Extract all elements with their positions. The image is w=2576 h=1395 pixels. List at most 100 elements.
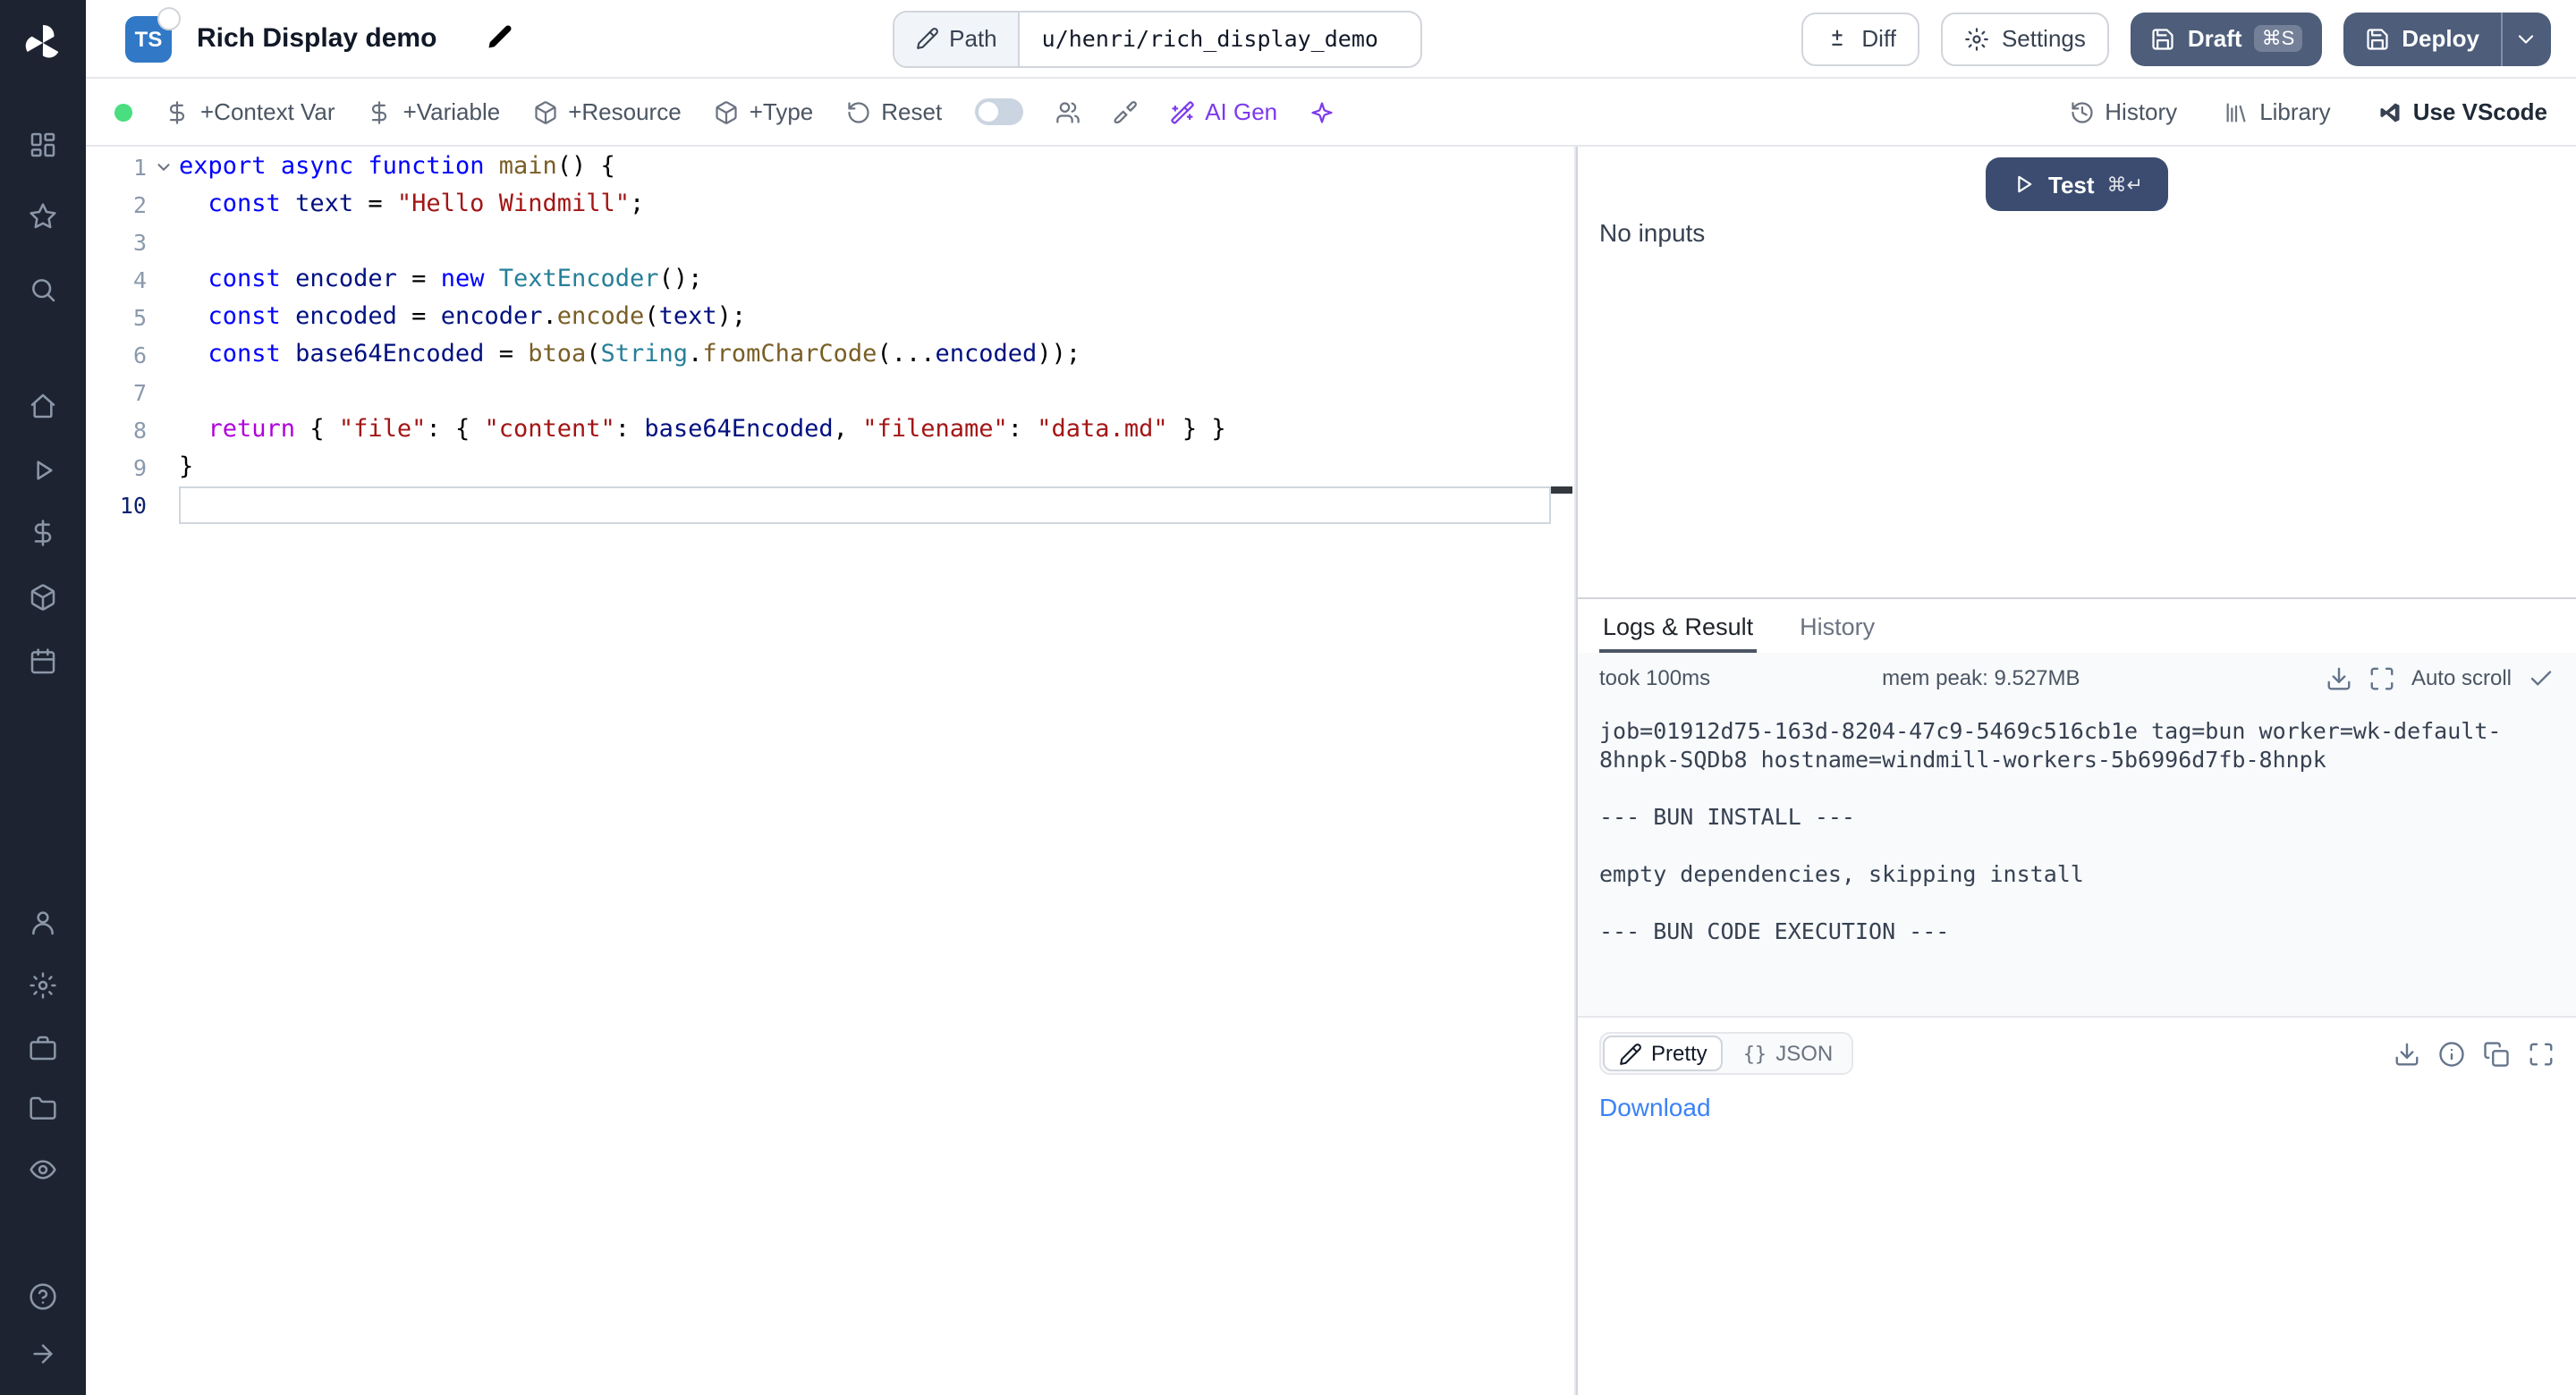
collaborators-icon[interactable] — [1055, 99, 1080, 124]
code-editor[interactable]: 1export async function main() {2 const t… — [86, 147, 1576, 1395]
workers-icon[interactable] — [0, 1027, 86, 1070]
history-icon — [2069, 99, 2094, 124]
download-logs-icon[interactable] — [2326, 664, 2352, 691]
line-number: 7 — [86, 374, 147, 411]
code-line[interactable]: 3 — [86, 224, 1574, 261]
auto-scroll-checkbox[interactable] — [2528, 664, 2555, 691]
resources-icon[interactable] — [0, 576, 86, 619]
edit-path-button[interactable]: Path — [894, 12, 1021, 65]
library-button[interactable]: Library — [2224, 98, 2331, 125]
code-text — [179, 374, 1551, 411]
code-line[interactable]: 2 const text = "Hello Windmill"; — [86, 186, 1574, 224]
dollar-icon — [165, 99, 190, 124]
diff-icon — [1824, 26, 1849, 51]
expand-sidebar-icon[interactable] — [0, 1332, 86, 1375]
expand-logs-icon[interactable] — [2368, 664, 2395, 691]
deploy-button-label: Deploy — [2402, 25, 2479, 52]
auto-scroll-label: Auto scroll — [2411, 665, 2512, 690]
path-pencil-icon — [915, 27, 938, 50]
code-line[interactable]: 10 — [86, 486, 1574, 524]
line-number: 8 — [86, 411, 147, 449]
help-icon[interactable] — [0, 1275, 86, 1318]
tab-history[interactable]: History — [1796, 599, 1878, 653]
code-line[interactable]: 6 const base64Encoded = btoa(String.from… — [86, 336, 1574, 374]
users-icon[interactable] — [0, 901, 86, 944]
runs-icon[interactable] — [0, 449, 86, 492]
schedules-icon[interactable] — [0, 640, 86, 683]
no-inputs-text: No inputs — [1599, 218, 1705, 247]
settings-icon[interactable] — [0, 964, 86, 1007]
add-context-var-button[interactable]: +Context Var — [165, 98, 335, 125]
collab-toggle[interactable] — [974, 98, 1022, 125]
add-variable-button[interactable]: +Variable — [368, 98, 501, 125]
fold-gutter — [147, 336, 179, 374]
pretty-view-button[interactable]: Pretty — [1603, 1036, 1724, 1071]
settings-button-label: Settings — [2002, 25, 2086, 52]
path-value[interactable]: u/henri/rich_display_demo — [1021, 12, 1421, 65]
code-text: } — [179, 449, 1551, 486]
test-button[interactable]: Test ⌘↵ — [1986, 157, 2168, 211]
dollar-icon — [368, 99, 393, 124]
line-number: 6 — [86, 336, 147, 374]
add-resource-button[interactable]: +Resource — [532, 98, 681, 125]
use-vscode-label: Use VScode — [2413, 98, 2547, 125]
code-line[interactable]: 1export async function main() { — [86, 148, 1574, 186]
history-button[interactable]: History — [2069, 98, 2177, 125]
draft-button-label: Draft — [2188, 25, 2242, 52]
format-brush-icon[interactable] — [1112, 99, 1137, 124]
download-result-icon[interactable] — [2394, 1040, 2420, 1067]
ai-gen-button[interactable]: AI Gen — [1169, 98, 1277, 125]
add-type-button[interactable]: +Type — [714, 98, 814, 125]
pen-icon — [1619, 1042, 1642, 1065]
code-text: return { "file": { "content": base64Enco… — [179, 411, 1551, 449]
code-line[interactable]: 7 — [86, 374, 1574, 411]
copy-result-icon[interactable] — [2483, 1040, 2510, 1067]
braces-icon: {} — [1743, 1042, 1767, 1065]
search-icon[interactable] — [0, 268, 86, 311]
settings-button[interactable]: Settings — [1941, 12, 2109, 65]
main-content: 1export async function main() {2 const t… — [86, 147, 2576, 1395]
code-text: const base64Encoded = btoa(String.fromCh… — [179, 336, 1551, 374]
tab-logs-result[interactable]: Logs & Result — [1599, 599, 1757, 653]
expand-result-icon[interactable] — [2528, 1040, 2555, 1067]
code-text — [179, 224, 1551, 261]
code-text: const encoded = encoder.encode(text); — [179, 299, 1551, 336]
editor-toolbar: +Context Var +Variable +Resource +Type R… — [86, 79, 2576, 147]
code-line[interactable]: 5 const encoded = encoder.encode(text); — [86, 299, 1574, 336]
result-icons — [2394, 1040, 2555, 1067]
reset-button[interactable]: Reset — [845, 98, 942, 125]
path-control: Path u/henri/rich_display_demo — [892, 10, 1423, 67]
variables-icon[interactable] — [0, 512, 86, 554]
library-label: Library — [2259, 98, 2331, 125]
diff-button[interactable]: Diff — [1801, 12, 1919, 65]
home-icon[interactable] — [0, 385, 86, 427]
fold-gutter — [147, 224, 179, 261]
gear-icon — [1964, 26, 1989, 51]
use-vscode-button[interactable]: Use VScode — [2377, 98, 2547, 125]
pretty-label: Pretty — [1651, 1041, 1707, 1066]
folders-icon[interactable] — [0, 1087, 86, 1130]
toolbar-right: History Library Use VScode — [2069, 98, 2547, 125]
fold-gutter — [147, 374, 179, 411]
edit-title-pencil-icon[interactable] — [487, 22, 513, 55]
header: TS Rich Display demo Path u/henri/rich_d… — [86, 0, 2576, 79]
deploy-dropdown-button[interactable] — [2501, 12, 2551, 65]
info-icon[interactable] — [2438, 1040, 2465, 1067]
result-tabs: Logs & Result History — [1578, 599, 2576, 653]
apps-icon[interactable] — [0, 123, 86, 166]
language-badge: TS — [125, 15, 172, 62]
logs-result-panel: Logs & Result History took 100ms mem pea… — [1578, 599, 2576, 1395]
favorites-star-icon[interactable] — [0, 195, 86, 238]
fold-chevron-icon[interactable] — [147, 148, 179, 186]
play-icon — [2011, 172, 2036, 197]
draft-button[interactable]: Draft ⌘S — [2131, 12, 2321, 65]
windmill-logo-icon[interactable] — [0, 16, 86, 70]
download-file-link[interactable]: Download — [1599, 1093, 1711, 1121]
code-line[interactable]: 8 return { "file": { "content": base64En… — [86, 411, 1574, 449]
audit-logs-icon[interactable] — [0, 1148, 86, 1191]
deploy-button[interactable]: Deploy — [2343, 12, 2501, 65]
sparkles-icon[interactable] — [1309, 99, 1335, 124]
code-line[interactable]: 9} — [86, 449, 1574, 486]
json-view-button[interactable]: {} JSON — [1727, 1036, 1850, 1071]
code-line[interactable]: 4 const encoder = new TextEncoder(); — [86, 261, 1574, 299]
